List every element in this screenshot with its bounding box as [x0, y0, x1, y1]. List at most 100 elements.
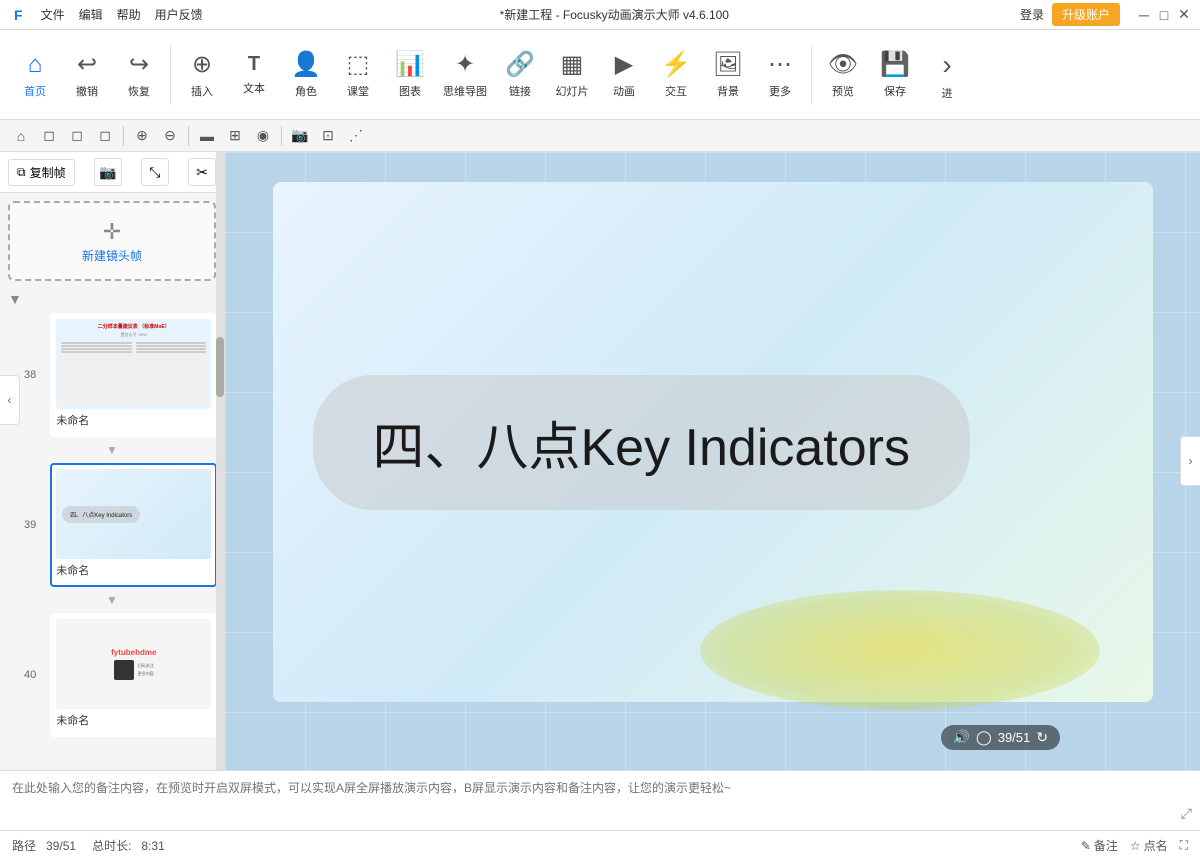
window-controls: 登录 升级账户 ─ □ ✕ [1020, 3, 1192, 26]
notes-input[interactable] [12, 779, 1188, 815]
toolbar-classroom[interactable]: ⬚ 课堂 [333, 35, 383, 115]
tb2-zoom-out-btn[interactable]: ⊖ [157, 123, 183, 149]
slide-number-39: 39 [24, 519, 36, 531]
background-icon: 🖼 [713, 50, 743, 79]
window-title: *新建工程 - Focusky动画演示大师 v4.6.100 [209, 6, 1020, 23]
toolbar-animation[interactable]: ▶ 动画 [599, 35, 649, 115]
slide-thumb-40: fytubehdme 扫码关注 更多内容 [56, 619, 211, 709]
pointname-icon: ☆ [1130, 839, 1141, 853]
slide-main-text[interactable]: 四、八点Key Indicators [313, 375, 971, 510]
duration-label: 总时长: [92, 839, 131, 853]
login-button[interactable]: 登录 [1020, 6, 1044, 23]
tb2-layer-btn[interactable]: ⊡ [315, 123, 341, 149]
tb2-copy-btn[interactable]: ◻ [36, 123, 62, 149]
preview-icon: 👁 [828, 50, 858, 79]
camera-button[interactable]: 📷 [94, 158, 122, 186]
menu-bar: F 文件 编辑 帮助 用户反馈 [8, 4, 209, 25]
fit-button[interactable]: ⤡ [141, 158, 169, 186]
tb2-sep2 [188, 126, 189, 146]
toolbar-save[interactable]: 💾 保存 [870, 35, 920, 115]
home-label: 首页 [24, 83, 46, 99]
maximize-button[interactable]: □ [1156, 7, 1172, 23]
slide-down-39: ▼ [0, 591, 224, 609]
pointname-button[interactable]: ☆ 点名 [1130, 837, 1168, 854]
toolbar-more[interactable]: ⋯ 更多 [755, 35, 805, 115]
fullscreen-icon: ⛶ [1180, 838, 1188, 853]
toolbar-undo[interactable]: ↩ 撤销 [62, 35, 112, 115]
upgrade-button[interactable]: 升级账户 [1052, 3, 1120, 26]
canvas-area[interactable]: 四、八点Key Indicators 🔊 ◯ 39/51 ↻ › [225, 152, 1200, 770]
new-frame-area[interactable]: ✛ 新建镜头帧 [8, 201, 216, 281]
main-area: ⧉ 复制帧 📷 ⤡ ✂ ✛ 新建镜头帧 ▼ 38 二分样本量建议表 （标准MoE… [0, 152, 1200, 770]
tb2-cut-btn[interactable]: ◻ [92, 123, 118, 149]
notes-status-button[interactable]: ✎ 备注 [1081, 837, 1118, 854]
save-label: 保存 [884, 83, 906, 99]
tb2-photo-btn[interactable]: 📷 [287, 123, 313, 149]
tb2-zoom-in-btn[interactable]: ⊕ [129, 123, 155, 149]
slide-name-40: 未命名 [56, 709, 211, 731]
yellow-decoration [700, 590, 1100, 710]
slide-thumb-39: 四、八点Key Indicators [56, 469, 211, 559]
new-frame-label: 新建镜头帧 [82, 247, 142, 264]
background-label: 背景 [717, 83, 739, 99]
slide-item-40[interactable]: fytubehdme 扫码关注 更多内容 未命名 [50, 613, 217, 737]
crop-button[interactable]: ✂ [188, 158, 216, 186]
toolbar-chart[interactable]: 📊 图表 [385, 35, 435, 115]
toolbar-link[interactable]: 🔗 链接 [495, 35, 545, 115]
toolbar-slides[interactable]: ▦ 幻灯片 [547, 35, 597, 115]
toolbar-background[interactable]: 🖼 背景 [703, 35, 753, 115]
insert-icon: ⊕ [192, 50, 212, 79]
notes-area: ⤢ [0, 770, 1200, 830]
toolbar-character[interactable]: 👤 角色 [281, 35, 331, 115]
menu-item-help[interactable]: 帮助 [111, 4, 147, 25]
slide-down-38: ▼ [0, 441, 224, 459]
tb2-paste-btn[interactable]: ◻ [64, 123, 90, 149]
fullscreen-button[interactable]: ⛶ [1180, 838, 1188, 853]
slide-number-38: 38 [24, 369, 36, 381]
slide-item-38[interactable]: 二分样本量建议表 （标准MoE） 置信水平: 95% [50, 313, 217, 437]
expand-arrow-38[interactable]: ▼ [8, 291, 22, 307]
redo-label: 恢复 [128, 83, 150, 99]
collapse-panel-button[interactable]: ‹ [0, 375, 20, 425]
tb2-grid-btn[interactable]: ⊞ [222, 123, 248, 149]
close-button[interactable]: ✕ [1176, 7, 1192, 23]
text-icon: T [248, 53, 260, 76]
page-counter-icon-right: ↻ [1036, 729, 1048, 746]
tb2-home-btn[interactable]: ⌂ [8, 123, 34, 149]
toolbar-redo[interactable]: ↪ 恢复 [114, 35, 164, 115]
slide-item-39[interactable]: 四、八点Key Indicators 未命名 [50, 463, 217, 587]
minimize-button[interactable]: ─ [1136, 7, 1152, 23]
expand-right-button[interactable]: › [1180, 436, 1200, 486]
expand-notes-button[interactable]: ⤢ [1181, 805, 1192, 822]
toolbar-insert[interactable]: ⊕ 插入 [177, 35, 227, 115]
copy-frame-button[interactable]: ⧉ 复制帧 [8, 159, 75, 186]
slide-name-39: 未命名 [56, 559, 211, 581]
slide-row-38: 38 二分样本量建议表 （标准MoE） 置信水平: 95% [24, 309, 224, 441]
toolbar-home[interactable]: ⌂ 首页 [10, 35, 60, 115]
menu-item-file[interactable]: 文件 [35, 4, 71, 25]
scrollbar-thumb[interactable] [216, 337, 224, 397]
path-label: 路径 [12, 839, 36, 853]
slide-panel: ⧉ 复制帧 📷 ⤡ ✂ ✛ 新建镜头帧 ▼ 38 二分样本量建议表 （标准MoE… [0, 152, 225, 770]
tb2-align-btn[interactable]: ▬ [194, 123, 220, 149]
app-logo: F [8, 5, 29, 25]
toolbar-next[interactable]: › 进 [922, 35, 972, 115]
copy-frame-label: 复制帧 [30, 164, 66, 181]
toolbar-interact[interactable]: ⚡ 交互 [651, 35, 701, 115]
redo-icon: ↪ [129, 50, 149, 79]
path-value: 39/51 [46, 839, 76, 853]
slide-row-39: 39 四、八点Key Indicators 未命名 [24, 459, 224, 591]
slide-preview-text-39: 四、八点Key Indicators [62, 506, 140, 523]
tb2-fit-btn[interactable]: ⋰ [343, 123, 369, 149]
home-icon: ⌂ [28, 51, 43, 79]
page-counter-icon-mid: ◯ [976, 729, 992, 746]
menu-item-edit[interactable]: 编辑 [73, 4, 109, 25]
next-label: 进 [942, 85, 953, 101]
mindmap-label: 思维导图 [443, 83, 487, 99]
tb2-snap-btn[interactable]: ◉ [250, 123, 276, 149]
toolbar-mindmap[interactable]: ✦ 思维导图 [437, 35, 493, 115]
duration-value: 8:31 [141, 839, 164, 853]
menu-item-feedback[interactable]: 用户反馈 [149, 4, 209, 25]
toolbar-text[interactable]: T 文本 [229, 35, 279, 115]
toolbar-preview[interactable]: 👁 预览 [818, 35, 868, 115]
